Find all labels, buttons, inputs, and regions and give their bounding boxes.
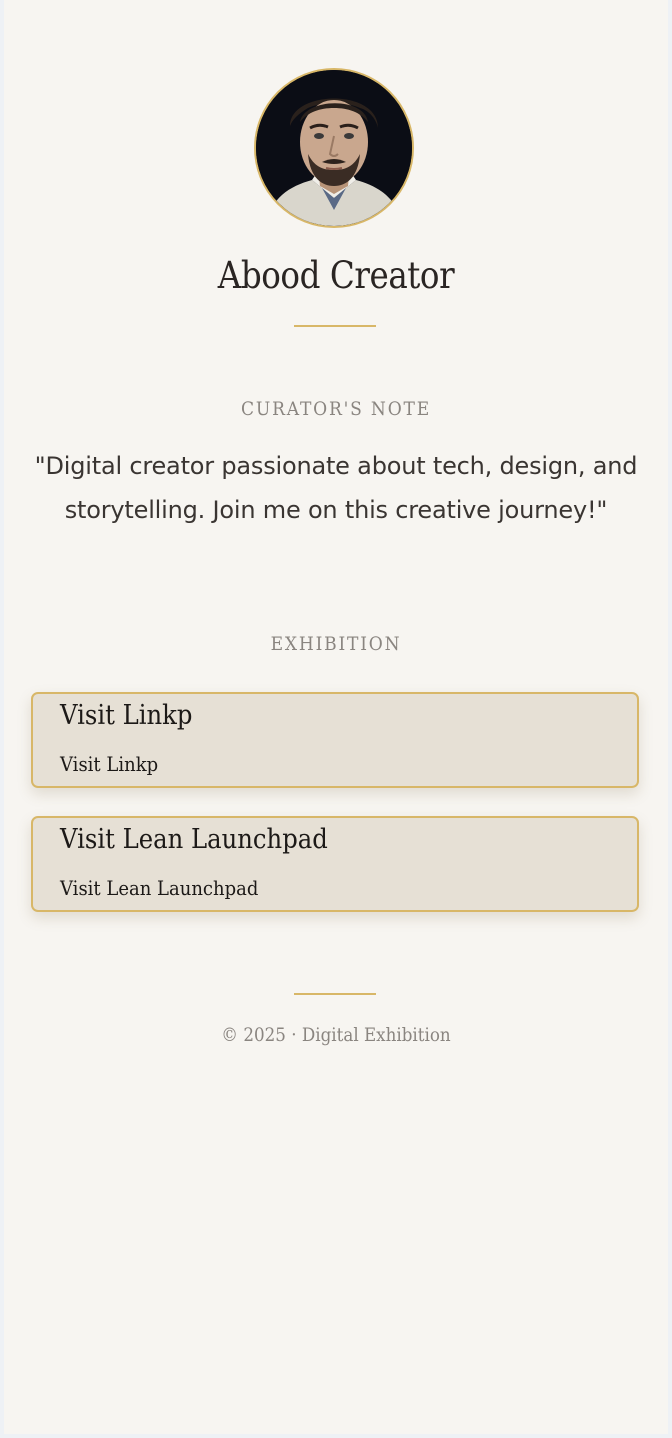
link-card-subtitle: Visit Linkp [60,752,159,776]
link-card-title: Visit Linkp [60,700,193,731]
curator-note-heading: CURATOR'S NOTE [240,398,432,420]
curator-note-text: "Digital creator passionate about tech, … [34,452,638,524]
link-card-title: Visit Lean Launchpad [60,824,328,855]
footer-copyright: © 2025 · Digital Exhibition [221,1024,451,1046]
exhibition-heading: EXHIBITION [270,633,402,655]
avatar-photo [256,70,412,226]
link-card-subtitle: Visit Lean Launchpad [60,876,259,900]
profile-page: Abood Creator CURATOR'S NOTE "Digital cr… [4,0,668,1434]
link-card-linkp[interactable]: Visit Linkp Visit Linkp [31,692,639,788]
avatar [254,68,414,228]
profile-name: Abood Creator [217,254,455,297]
header-divider [294,325,376,327]
link-card-lean-launchpad[interactable]: Visit Lean Launchpad Visit Lean Launchpa… [31,816,639,912]
footer-divider [294,993,376,995]
